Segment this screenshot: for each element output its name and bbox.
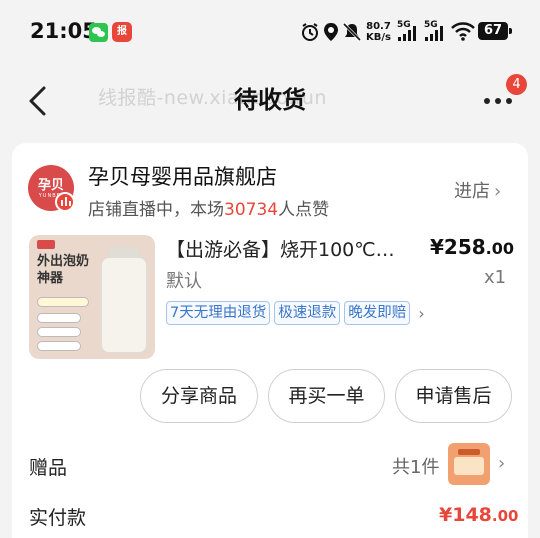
service-tag: 7天无理由退货 — [166, 301, 271, 325]
service-tags[interactable]: 7天无理由退货 极速退款 晚发即赔 › — [166, 301, 425, 325]
product-image-title-line2: 神器 — [37, 271, 64, 286]
product-price: ¥258.00 — [430, 235, 514, 259]
store-logo-text: 孕贝 — [37, 178, 64, 193]
gift-count[interactable]: 共1件 — [392, 453, 439, 479]
wifi-icon — [451, 22, 475, 41]
status-time: 21:05 — [30, 19, 97, 43]
after-sale-button[interactable]: 申请售后 — [395, 369, 512, 423]
signal-icon-2 — [425, 26, 443, 41]
location-icon — [324, 23, 338, 41]
product-quantity: x1 — [484, 267, 507, 288]
app-icon: 报 — [112, 22, 132, 42]
product-image-title: 外出泡奶 神器 — [37, 253, 89, 287]
status-bar: 21:05 报 80.7 KB/s 5G 5G 67 — [0, 0, 540, 62]
store-name[interactable]: 孕贝母婴用品旗舰店 — [88, 161, 277, 191]
product-spec: 默认 — [166, 271, 202, 292]
service-tag: 晚发即赔 — [344, 301, 411, 325]
image-pill — [37, 327, 81, 337]
store-live-status: 店铺直播中，本场30734人点赞 — [88, 195, 329, 220]
enter-store-label: 进店 — [454, 181, 490, 202]
paid-label: 实付款 — [29, 507, 87, 529]
product-image-title-line1: 外出泡奶 — [37, 254, 90, 269]
store-live-prefix: 店铺直播中，本场 — [88, 200, 224, 220]
paid-amount: ¥148.00 — [439, 504, 518, 526]
product-price-int: ¥258 — [430, 235, 486, 259]
notification-badge: 4 — [506, 74, 527, 95]
gift-thumbnail[interactable] — [448, 443, 490, 485]
more-icon[interactable] — [484, 96, 514, 106]
order-card: 孕贝 YUNBEI 孕贝母婴用品旗舰店 店铺直播中，本场30734人点赞 进店 ›… — [12, 143, 528, 538]
product-image[interactable]: 外出泡奶 神器 — [29, 235, 155, 359]
net-speed-value: 80.7 — [366, 21, 391, 32]
wechat-icon — [89, 23, 108, 42]
image-pill — [37, 313, 81, 323]
bottle — [101, 257, 147, 353]
signal-icon — [398, 26, 416, 41]
paid-amount-int: ¥148 — [439, 504, 492, 526]
chevron-right-icon: › — [494, 181, 502, 202]
battery-icon: 67 — [478, 22, 512, 40]
gift-label: 赠品 — [29, 457, 68, 479]
chevron-right-icon: › — [418, 303, 425, 323]
store-like-count: 30734 — [224, 200, 279, 220]
net-speed: 80.7 KB/s — [366, 21, 391, 43]
brand-mark — [37, 240, 55, 249]
live-icon — [55, 192, 75, 212]
service-tag: 极速退款 — [274, 301, 341, 325]
product-price-dec: .00 — [485, 239, 515, 258]
page-title: 待收货 — [234, 86, 306, 114]
product-title[interactable]: 【出游必备】烧开100℃… — [166, 235, 412, 262]
buy-again-button[interactable]: 再买一单 — [268, 369, 385, 423]
net-speed-unit: KB/s — [366, 32, 391, 43]
enter-store-link[interactable]: 进店 › — [454, 177, 501, 203]
share-product-button[interactable]: 分享商品 — [140, 369, 258, 423]
alarm-icon — [302, 23, 318, 41]
chevron-right-icon[interactable]: › — [498, 453, 505, 474]
paid-amount-dec: .00 — [491, 507, 519, 525]
image-pill — [37, 297, 89, 307]
image-pill — [37, 341, 81, 351]
header: 线报酷-new.xianbao.fun 待收货 4 — [0, 62, 540, 138]
mute-icon — [342, 22, 362, 42]
store-live-suffix: 人点赞 — [278, 200, 330, 220]
